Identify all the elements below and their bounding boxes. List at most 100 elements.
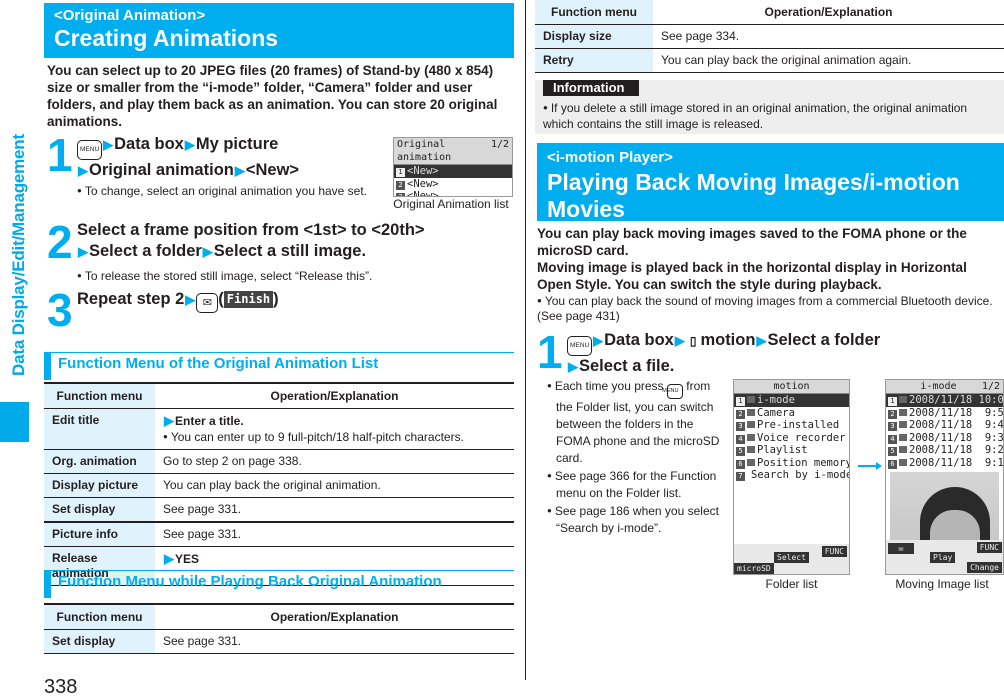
- bullet-icon: ●: [547, 506, 552, 515]
- movie-icon: [899, 458, 907, 466]
- arrow-icon: ▶: [234, 163, 245, 178]
- function-menu-table: Function menu Operation/Explanation Set …: [44, 603, 514, 654]
- bullet-icon: ●: [547, 471, 552, 480]
- arrow-icon: ▶: [164, 550, 174, 566]
- movie-icon: [899, 433, 907, 441]
- column-header: Function menu: [44, 382, 155, 409]
- movie-icon: [899, 421, 907, 428]
- table-row: Retry You can play back the original ani…: [535, 48, 1004, 73]
- table-row: Org. animation Go to step 2 on page 338.: [44, 449, 514, 474]
- list-item[interactable]: 6 Position memory: [734, 457, 849, 470]
- step-number: 1: [47, 129, 73, 181]
- list-item[interactable]: 2 2008/11/18 9:50: [886, 407, 1003, 420]
- section-heading-function-menu-list: Function Menu of the Original Animation …: [44, 352, 514, 382]
- column-divider: [525, 0, 526, 680]
- note-item: ● See page 366 for the Function menu on t…: [547, 469, 717, 500]
- function-menu-table: Function menu Operation/Explanation Edit…: [44, 382, 514, 586]
- column-header: Operation/Explanation: [155, 382, 514, 409]
- table-row: Display size See page 334.: [535, 24, 1004, 49]
- folder-icon: [747, 408, 755, 416]
- select-softkey[interactable]: Select: [774, 552, 809, 563]
- folder-icon: [747, 446, 755, 453]
- screen-folder-list: motion 1 i-mode 2 Camera 3 Pre-installed 4V…: [733, 379, 850, 575]
- arrow-icon: ▶: [202, 244, 213, 259]
- arrow-icon: ▶: [103, 137, 114, 152]
- table-row: Set display See page 331.: [44, 629, 514, 654]
- folder-list-notes: ● Each time you press MENU from the Folde…: [547, 377, 722, 537]
- list-item[interactable]: 4 2008/11/18 9:30: [886, 432, 1003, 445]
- folder-icon: [747, 433, 755, 441]
- column-header: Operation/Explanation: [155, 603, 514, 630]
- side-tab-label: Data Display/Edit/Management: [9, 134, 28, 376]
- softkey-bar: ✉ Play FUNC Change: [886, 540, 1003, 574]
- func-softkey[interactable]: FUNC: [976, 542, 1002, 553]
- banner-title: Playing Back Moving Images/i-motion Movi…: [547, 169, 960, 222]
- column-header: Function menu: [44, 603, 155, 630]
- softkey-bar: Select FUNC microSD: [734, 544, 849, 574]
- heading-bar: [44, 571, 51, 598]
- mail-softkey-icon[interactable]: ✉: [888, 543, 914, 554]
- bullet-icon: ●: [77, 186, 82, 195]
- arrow-icon: ▶: [593, 333, 604, 348]
- function-menu-table-continued: Function menu Operation/Explanation Disp…: [535, 0, 1004, 73]
- bullet-icon: ●: [77, 271, 82, 280]
- side-tab-marker: [0, 402, 29, 442]
- transition-arrow-icon: [858, 462, 882, 470]
- list-item[interactable]: 6 2008/11/18 9:11: [886, 457, 1003, 470]
- column-header: Operation/Explanation: [653, 0, 1004, 25]
- change-softkey[interactable]: Change: [967, 562, 1002, 573]
- information-box: Information ● If you delete a still image…: [535, 80, 1004, 134]
- bullet-icon: ●: [543, 103, 548, 112]
- menu-key-icon: MENU: [662, 384, 683, 399]
- list-item[interactable]: 3 Pre-installed: [734, 419, 849, 432]
- folder-icon: [747, 421, 755, 428]
- list-item[interactable]: 3 <New>: [394, 190, 512, 196]
- screen-original-animation: Original animation 1/2 1 <New> 2 <New> 3 <N…: [393, 137, 513, 197]
- menu-key-icon: MENU: [77, 140, 103, 160]
- screen-titlebar: motion: [734, 380, 849, 394]
- list-item[interactable]: 2 <New>: [394, 178, 512, 191]
- list-item[interactable]: 7 Search by i-mode: [734, 469, 849, 482]
- play-softkey[interactable]: Play: [930, 552, 956, 563]
- list-item[interactable]: 3 2008/11/18 9:41: [886, 419, 1003, 432]
- step-1-imotion: 1 MENU ▶Data box▶ ▯ motion▶Select a folder …: [537, 329, 1004, 375]
- bullet-icon: ●: [547, 381, 552, 390]
- bullet-icon: ●: [537, 296, 542, 305]
- list-item[interactable]: 5 Playlist: [734, 444, 849, 457]
- list-item[interactable]: 1 2008/11/18 10:01: [886, 394, 1003, 407]
- section-banner-creating-animations: <Original Animation> Creating Animations: [44, 3, 514, 58]
- table-row: Picture info See page 331.: [44, 521, 514, 547]
- heading-bar: [44, 353, 51, 380]
- table-row: Set display See page 331.: [44, 497, 514, 523]
- step-number: 2: [47, 216, 73, 268]
- screen-moving-image-list: i-mode 1/2 1 2008/11/18 10:01 2 2008/11/18…: [885, 379, 1004, 575]
- screen-titlebar: i-mode 1/2: [886, 380, 1003, 394]
- arrow-icon: ▶: [184, 137, 195, 152]
- screen-caption: Folder list: [765, 577, 818, 591]
- screen-titlebar: Original animation 1/2: [394, 138, 512, 165]
- microsd-softkey[interactable]: microSD: [734, 563, 774, 574]
- table-row: Edit title ▶Enter a title. ● You can enter…: [44, 408, 514, 450]
- list-item[interactable]: 1 i-mode: [734, 394, 849, 407]
- folder-icon: [747, 396, 755, 403]
- lead-paragraph: You can play back moving images saved to…: [537, 226, 967, 258]
- lead-paragraph: You can select up to 20 JPEG files (20 f…: [47, 63, 498, 129]
- list-item[interactable]: 1 <New>: [394, 165, 512, 178]
- movie-icon: [899, 446, 907, 453]
- information-heading: Information: [543, 80, 639, 96]
- arrow-icon: ▶: [78, 163, 88, 178]
- step-2-note: ● To release the stored still image, sele…: [77, 269, 373, 283]
- list-item[interactable]: 5 2008/11/18 9:20: [886, 444, 1003, 457]
- arrow-icon: ▶: [78, 244, 88, 259]
- arrow-icon: ▶: [568, 359, 578, 374]
- section-heading-function-menu-playback: Function Menu while Playing Back Origina…: [44, 570, 514, 600]
- side-tab: Data Display/Edit/Management: [6, 110, 32, 400]
- list-item[interactable]: 4 Voice recorder: [734, 432, 849, 445]
- bluetooth-note: ● You can play back the sound of moving i…: [537, 294, 993, 323]
- step-instruction: MENU ▶Data box▶My picture ▶Original anima…: [77, 135, 300, 179]
- table-row: Display picture You can play back the or…: [44, 473, 514, 498]
- arrow-icon: ▶: [164, 412, 174, 428]
- arrow-icon: ▶: [756, 333, 767, 348]
- func-softkey[interactable]: FUNC: [821, 546, 847, 557]
- list-item[interactable]: 2 Camera: [734, 407, 849, 420]
